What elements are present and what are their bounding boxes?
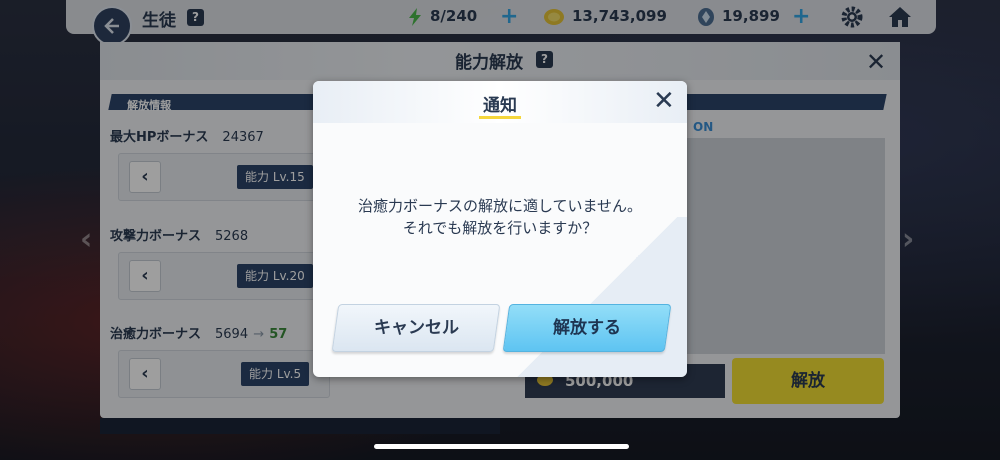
confirm-label: 解放する xyxy=(553,318,621,338)
message-line-2: それでも解放を行いますか？ xyxy=(402,219,598,237)
dialog-decoration xyxy=(507,217,687,377)
cancel-button[interactable]: キャンセル xyxy=(331,304,501,352)
home-indicator[interactable] xyxy=(374,444,629,449)
confirm-release-button[interactable]: 解放する xyxy=(502,304,672,352)
cancel-label: キャンセル xyxy=(373,318,459,338)
dialog-title: 通知 xyxy=(483,96,517,116)
message-line-1: 治癒力ボーナスの解放に適していません。 xyxy=(357,197,643,215)
notice-dialog: 通知 ✕ 治癒力ボーナスの解放に適していません。 それでも解放を行いますか？ キ… xyxy=(313,81,687,377)
dialog-message: 治癒力ボーナスの解放に適していません。 それでも解放を行いますか？ xyxy=(313,195,687,239)
close-icon[interactable]: ✕ xyxy=(653,86,675,116)
title-underline xyxy=(479,116,521,119)
